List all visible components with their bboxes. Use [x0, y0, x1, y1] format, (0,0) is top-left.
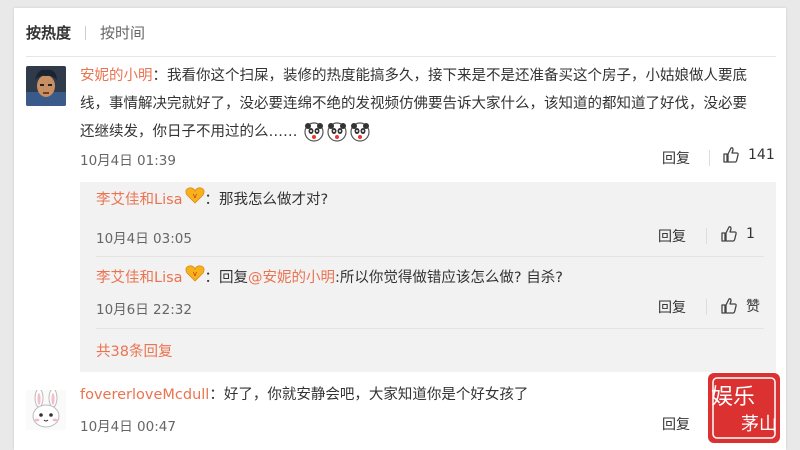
svg-text:v: v — [192, 270, 196, 278]
comment-username[interactable]: 安妮的小明 — [80, 68, 153, 84]
colon: ： — [204, 270, 220, 286]
watermark-text: 娱乐 — [711, 385, 755, 410]
vip-heart-icon: v — [185, 264, 205, 292]
comment-body: 安妮的小明：我看你这个扫屎，装修的热度能搞多久，接下来是不是还准备买这个房子，小… — [80, 62, 756, 146]
reply-body: 李艾佳和Lisa v ：回复@安妮的小明:所以你觉得做错应该怎么做? 自杀? — [96, 264, 756, 292]
sort-by-hot-tab[interactable]: 按热度 — [26, 22, 71, 43]
reply-text: 那我怎么做才对? — [219, 192, 329, 208]
action-divider — [706, 228, 707, 244]
colon: ： — [152, 68, 168, 84]
comment-panel: 按热度 按时间 安妮的小明：我看你这个扫屎，装修的热度能搞多久，接下来是不是还准… — [14, 8, 786, 450]
reply-text: :所以你觉得做错应该怎么做? 自杀? — [335, 270, 563, 286]
tab-divider — [85, 25, 87, 40]
reply-date: 10月6日 22:32 — [96, 302, 192, 318]
mention-link[interactable]: @安妮的小明 — [248, 270, 335, 286]
more-replies-link[interactable]: 共38条回复 — [96, 340, 172, 361]
reply-button[interactable]: 回复 — [658, 226, 686, 246]
divider — [96, 328, 764, 329]
reply-body: 李艾佳和Lisa v ：那我怎么做才对? — [96, 186, 756, 214]
watermark-stamp: 娱乐 茅山 — [705, 370, 783, 446]
reply-prefix: 回复 — [219, 270, 249, 286]
reply-thread: 李艾佳和Lisa v ：那我怎么做才对? 10月4日 03:05 回复 1 李艾佳和… — [80, 182, 776, 372]
reply-button[interactable]: 回复 — [662, 414, 690, 434]
comment-date: 10月4日 00:47 — [80, 419, 176, 435]
emoji-group — [304, 122, 370, 142]
panda-emoji-icon — [304, 122, 324, 142]
reply-button[interactable]: 回复 — [662, 148, 690, 168]
panda-emoji-icon — [350, 122, 370, 142]
sort-tabs: 按热度 按时间 — [26, 22, 145, 43]
action-divider — [709, 150, 710, 166]
divider — [26, 56, 776, 57]
action-divider — [706, 299, 707, 315]
reply-username[interactable]: 李艾佳和Lisa — [96, 270, 183, 286]
comment-text: 我看你这个扫屎，装修的热度能搞多久，接下来是不是还准备买这个房子，小姑娘做人要底… — [80, 68, 747, 140]
colon: ： — [209, 387, 224, 403]
comment-text: 好了，你就安静会吧，大家知道你是个好女孩了 — [223, 387, 529, 403]
divider — [96, 256, 764, 257]
vip-heart-icon: v — [185, 186, 205, 214]
comment-date: 10月4日 01:39 — [80, 153, 176, 169]
sort-by-time-tab[interactable]: 按时间 — [100, 22, 145, 43]
colon: ： — [204, 192, 220, 208]
reply-date: 10月4日 03:05 — [96, 231, 192, 247]
thumbs-up-icon — [723, 147, 739, 163]
avatar[interactable] — [26, 390, 66, 430]
avatar[interactable] — [26, 66, 66, 106]
like-count: 1 — [746, 226, 755, 242]
comment-username[interactable]: fovererloveMcdull — [80, 387, 209, 403]
reply-username[interactable]: 李艾佳和Lisa — [96, 192, 183, 208]
comment-body: fovererloveMcdull：好了，你就安静会吧，大家知道你是个好女孩了 — [80, 381, 700, 409]
like-label: 赞 — [746, 299, 760, 315]
like-button[interactable]: 1 — [720, 225, 755, 243]
like-button[interactable]: 141 — [722, 146, 775, 164]
svg-text:v: v — [192, 192, 196, 200]
thumbs-up-icon — [721, 298, 737, 314]
watermark-text-2: 茅山 — [741, 414, 777, 435]
thumbs-up-icon — [721, 226, 737, 242]
reply-button[interactable]: 回复 — [658, 297, 686, 317]
like-count: 141 — [748, 147, 775, 163]
like-button[interactable]: 赞 — [720, 296, 760, 316]
panda-emoji-icon — [327, 122, 347, 142]
